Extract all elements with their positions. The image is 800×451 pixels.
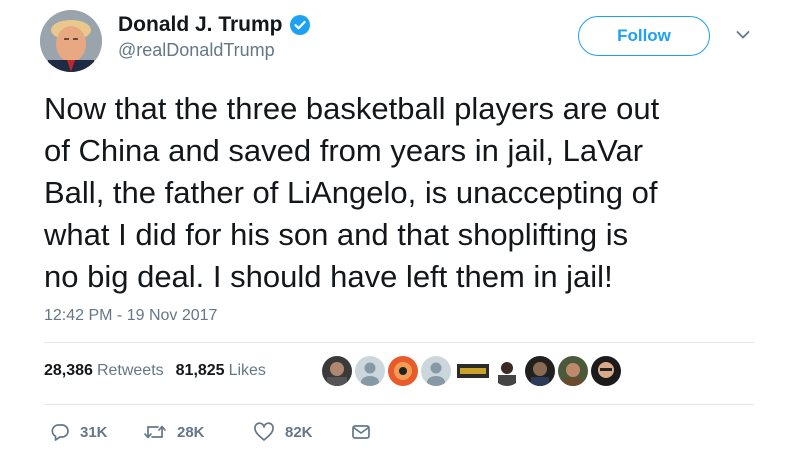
- envelope-icon: [352, 425, 370, 439]
- reply-icon: [51, 424, 69, 441]
- name-row: Donald J. Trump: [118, 11, 311, 39]
- liker-avatar-default[interactable]: [355, 356, 385, 386]
- like-count: 82K: [285, 423, 313, 441]
- liker-avatar[interactable]: [322, 356, 352, 386]
- liker-avatar-default[interactable]: [421, 356, 451, 386]
- avatar[interactable]: [40, 10, 102, 72]
- tweet-timestamp[interactable]: 12:42 PM - 19 Nov 2017: [44, 307, 217, 325]
- chevron-down-icon[interactable]: [736, 30, 750, 40]
- retweets-label: Retweets: [96, 362, 164, 379]
- retweet-button[interactable]: 28K: [143, 420, 253, 444]
- liker-avatar[interactable]: [492, 356, 522, 386]
- reply-count: 31K: [80, 423, 108, 441]
- likes-stat[interactable]: 81,825 Likes: [176, 362, 266, 380]
- verified-badge-icon: [289, 14, 311, 36]
- retweets-stat[interactable]: 28,386 Retweets: [44, 362, 164, 380]
- liker-avatar[interactable]: [388, 356, 418, 386]
- likes-label: Likes: [228, 362, 266, 379]
- liker-avatar-banner[interactable]: [457, 364, 489, 378]
- tweet-card: Donald J. Trump @realDonaldTrump Follow …: [0, 0, 800, 451]
- retweet-icon: [144, 425, 166, 439]
- engagement-stats: 28,386 Retweets 81,825 Likes: [44, 362, 266, 380]
- tweet-text: Now that the three basketball players ar…: [44, 91, 660, 294]
- divider-bottom: [44, 404, 754, 405]
- follow-button[interactable]: Follow: [578, 16, 710, 56]
- like-button[interactable]: 82K: [253, 420, 351, 444]
- liker-avatar[interactable]: [591, 356, 621, 386]
- retweets-count: 28,386: [44, 362, 93, 379]
- heart-icon: [254, 422, 274, 441]
- divider-top: [44, 342, 754, 343]
- liker-avatars: [322, 356, 624, 386]
- display-name[interactable]: Donald J. Trump: [118, 13, 283, 37]
- retweet-count: 28K: [177, 423, 205, 441]
- liker-avatar[interactable]: [558, 356, 588, 386]
- likes-count: 81,825: [175, 362, 225, 379]
- user-handle[interactable]: @realDonaldTrump: [118, 40, 275, 61]
- tweet-actions: 31K 28K 82K: [50, 420, 381, 444]
- liker-avatar[interactable]: [525, 356, 555, 386]
- reply-button[interactable]: 31K: [50, 420, 143, 444]
- direct-message-button[interactable]: [351, 420, 381, 444]
